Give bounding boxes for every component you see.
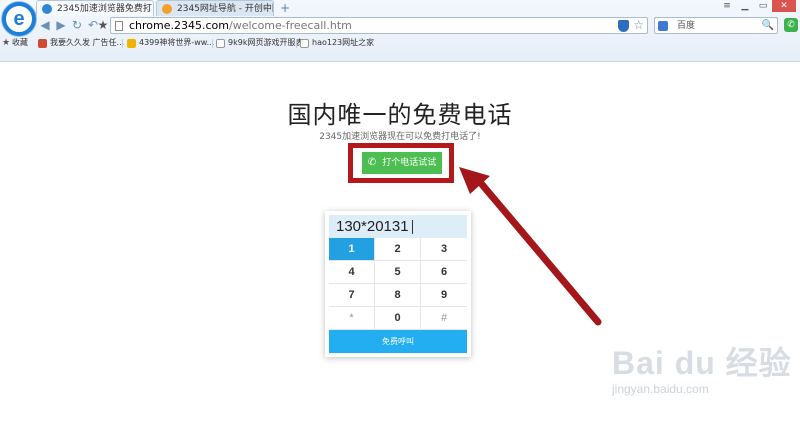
bookmarks-bar: ★ 收藏 我要久久发 广告任... 4399神将世界-ww... 9k9k网页游…: [0, 37, 800, 49]
bookmark-star-icon[interactable]: ☆: [633, 18, 644, 33]
browser-chrome: e 2345加速浏览器免费打电话 × 2345网址导航 - 开创中国互 × + …: [0, 0, 800, 62]
star-icon: ★: [2, 38, 11, 48]
page-content: 国内唯一的免费电话 2345加速浏览器现在可以免费打电话了! ✆ 打个电话试试 1…: [0, 63, 800, 425]
page-icon: [216, 39, 225, 48]
close-window-icon[interactable]: ✕: [772, 0, 796, 12]
window-menu-icon[interactable]: ≡: [718, 0, 736, 12]
tab-favicon-icon: [42, 4, 52, 14]
bookmark-divider: [212, 39, 213, 48]
bookmark-item[interactable]: 我要久久发 广告任...: [38, 37, 124, 49]
watermark-url: jingyan.baidu.com: [612, 382, 709, 396]
search-icon[interactable]: 🔍: [762, 18, 774, 34]
bookmark-label: 我要久久发 广告任...: [50, 38, 125, 47]
search-box[interactable]: 百度 🔍: [654, 17, 778, 34]
new-tab-button[interactable]: +: [280, 0, 290, 16]
bookmark-favicon-icon: [38, 39, 47, 48]
bookmark-item[interactable]: 4399神将世界-ww...: [127, 37, 214, 49]
maximize-icon[interactable]: ▭: [754, 0, 772, 12]
bookmark-label: 9k9k网页游戏开服表: [228, 38, 304, 47]
security-shield-icon[interactable]: [618, 20, 629, 32]
tab-close-icon[interactable]: ×: [262, 1, 270, 16]
bookmark-divider: [122, 39, 123, 48]
minimize-icon[interactable]: ▁: [736, 0, 754, 12]
phone-tool-icon[interactable]: ✆: [784, 18, 798, 32]
bookmark-label: 4399神将世界-ww...: [139, 38, 215, 47]
bookmark-item[interactable]: 9k9k网页游戏开服表: [216, 37, 303, 49]
navigation-bar: ◀ ▶ ↻ ↶ ★ chrome.2345.com/welcome-freeca…: [36, 17, 800, 35]
bookmark-favorites[interactable]: ★ 收藏: [2, 37, 28, 49]
bookmark-item[interactable]: hao123网址之家: [300, 37, 374, 49]
bookmark-label: 收藏: [12, 38, 28, 47]
url-host: chrome.2345.com: [129, 19, 229, 32]
page-icon: [115, 21, 123, 31]
bookmark-divider: [296, 39, 297, 48]
search-engine-icon[interactable]: [658, 21, 668, 31]
page-icon: [300, 39, 309, 48]
back-icon[interactable]: ◀: [38, 18, 52, 32]
arrow-shaft: [470, 171, 602, 326]
search-input[interactable]: 百度: [677, 18, 695, 34]
tab-title: 2345加速浏览器免费打电话: [57, 4, 153, 14]
tab-bar: 2345加速浏览器免费打电话 × 2345网址导航 - 开创中国互 × +: [36, 0, 736, 16]
favorite-star-icon[interactable]: ★: [96, 18, 110, 32]
refresh-icon[interactable]: ↻: [70, 18, 84, 32]
window-controls: ≡ ▁ ▭ ✕: [718, 0, 796, 12]
address-bar[interactable]: chrome.2345.com/welcome-freecall.htm ☆: [110, 17, 648, 34]
tab-close-icon[interactable]: ×: [142, 1, 150, 16]
address-text[interactable]: chrome.2345.com/welcome-freecall.htm: [129, 18, 352, 34]
bookmark-favicon-icon: [127, 39, 136, 48]
tab-freecall[interactable]: 2345加速浏览器免费打电话 ×: [36, 0, 154, 16]
url-path: /welcome-freecall.htm: [229, 19, 352, 32]
tab-title: 2345网址导航 - 开创中国互: [177, 4, 273, 14]
bookmark-label: hao123网址之家: [312, 38, 375, 47]
watermark-logo: Bai du 经验: [612, 345, 792, 381]
tab-2345-nav[interactable]: 2345网址导航 - 开创中国互 ×: [156, 0, 274, 16]
watermark: Bai du 经验 jingyan.baidu.com: [612, 338, 792, 418]
browser-logo-icon[interactable]: e: [2, 2, 36, 36]
tab-favicon-icon: [162, 4, 172, 14]
forward-icon[interactable]: ▶: [54, 18, 68, 32]
